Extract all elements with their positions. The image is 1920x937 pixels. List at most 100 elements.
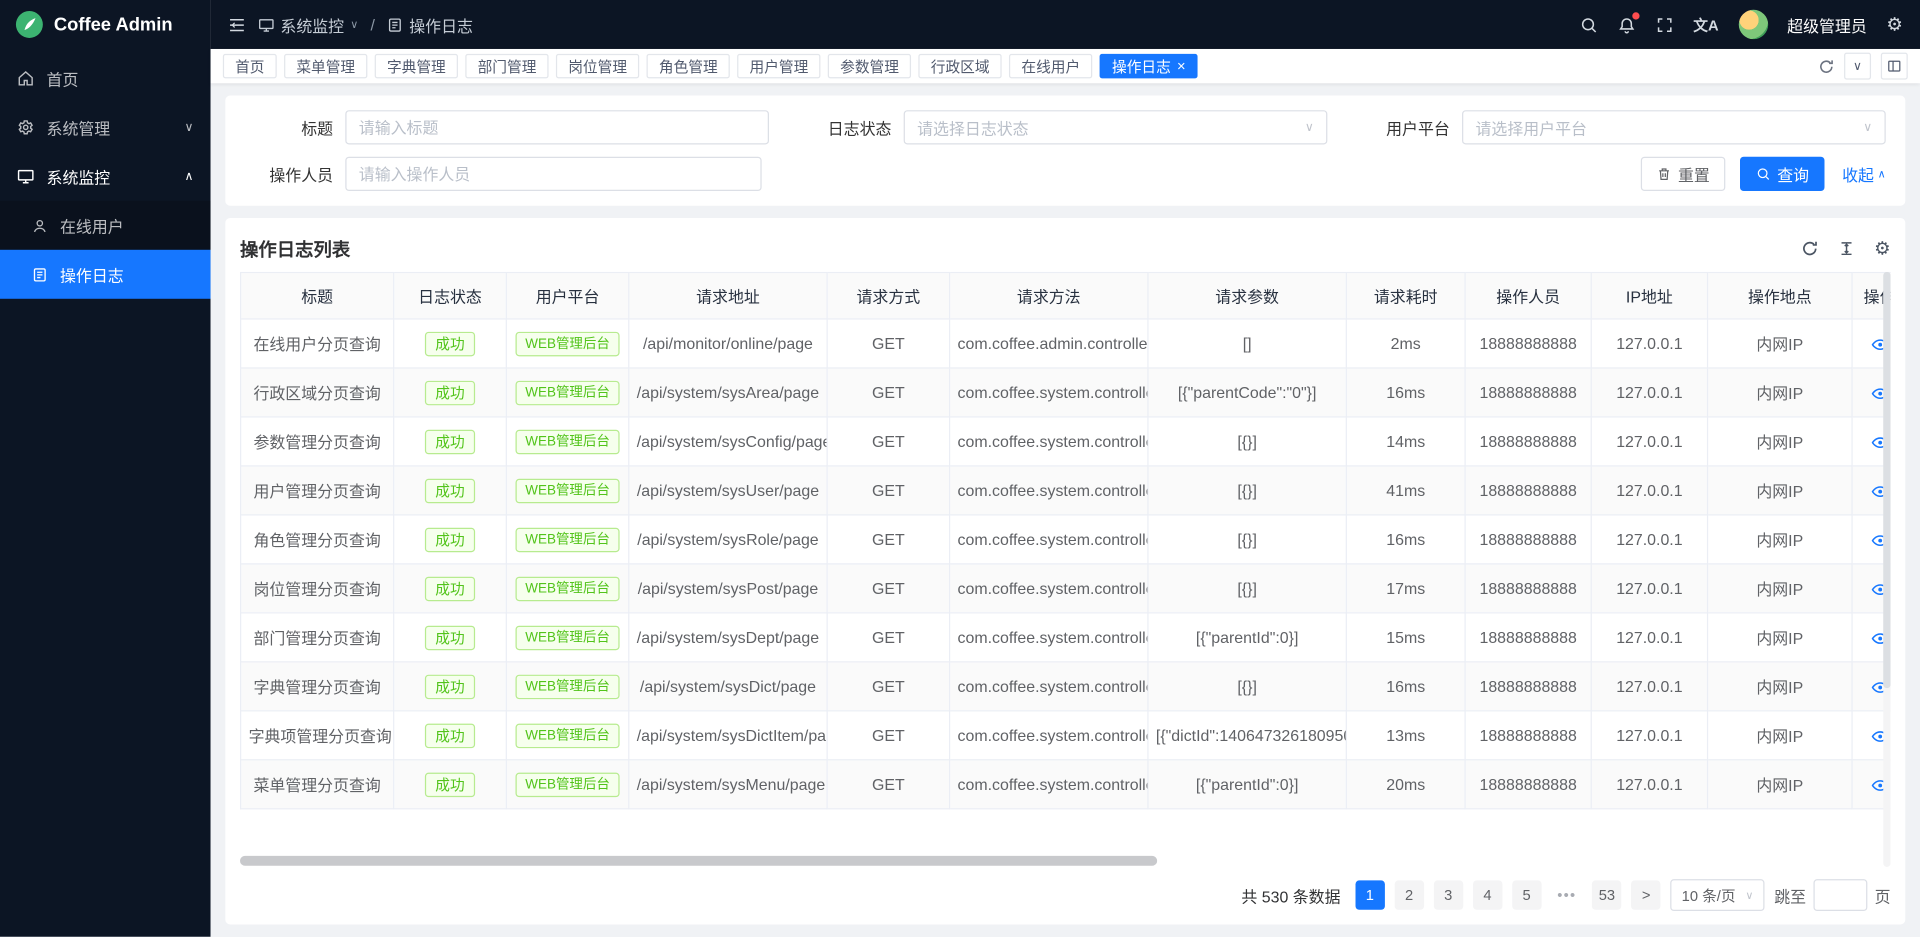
page-button-3[interactable]: 3 (1434, 880, 1463, 909)
column-settings-gear-icon[interactable]: ⚙ (1874, 238, 1890, 260)
main-area: 系统监控 ∨ / 操作日志 文A (211, 0, 1920, 937)
tab-actions-dropdown[interactable]: ∨ (1844, 53, 1871, 80)
column-header: 操作人员 (1465, 272, 1591, 319)
log-status-select[interactable]: 请选择日志状态 ∨ (904, 110, 1328, 144)
cell-duration: 15ms (1346, 613, 1465, 662)
refresh-icon[interactable] (1801, 240, 1818, 257)
collapse-filter-link[interactable]: 收起 ∧ (1842, 162, 1886, 185)
cell-platform: WEB管理后台 (506, 417, 628, 466)
translate-icon[interactable]: 文A (1693, 14, 1718, 35)
cell-title: 参数管理分页查询 (241, 417, 394, 466)
filter-actions: 重置 查询 收起 ∧ (1641, 157, 1885, 191)
status-tag: 成功 (425, 772, 474, 796)
cell-status: 成功 (394, 564, 507, 613)
logo-icon (15, 10, 44, 39)
notification-bell-icon[interactable] (1617, 15, 1635, 33)
breadcrumb-monitor[interactable]: 系统监控 ∨ (258, 13, 358, 36)
cell-operator: 18888888888 (1465, 417, 1591, 466)
cell-location: 内网IP (1708, 564, 1852, 613)
tab-label: 字典管理 (387, 56, 446, 77)
vertical-scrollbar-thumb[interactable] (1883, 272, 1890, 689)
trash-icon (1657, 167, 1672, 182)
menu-fold-icon[interactable] (228, 15, 246, 33)
cell-ip: 127.0.0.1 (1591, 319, 1707, 368)
layout-setting-icon[interactable] (1881, 53, 1908, 80)
cell-operator: 18888888888 (1465, 711, 1591, 760)
tab-岗位管理[interactable]: 岗位管理 (556, 54, 639, 78)
cell-handler: com.coffee.admin.controller... (950, 319, 1148, 368)
tab-部门管理[interactable]: 部门管理 (465, 54, 548, 78)
cell-method: GET (827, 613, 949, 662)
tab-角色管理[interactable]: 角色管理 (647, 54, 730, 78)
operator-input[interactable] (345, 157, 762, 191)
cell-title: 行政区域分页查询 (241, 368, 394, 417)
page-button-4[interactable]: 4 (1473, 880, 1502, 909)
cell-location: 内网IP (1708, 466, 1852, 515)
cell-handler: com.coffee.system.controlle... (950, 515, 1148, 564)
search-icon[interactable] (1579, 15, 1597, 33)
platform-tag: WEB管理后台 (515, 723, 619, 747)
cell-platform: WEB管理后台 (506, 466, 628, 515)
page-button-5[interactable]: 5 (1512, 880, 1541, 909)
tab-label: 首页 (235, 56, 264, 77)
page-button-2[interactable]: 2 (1394, 880, 1423, 909)
sidebar-item-home[interactable]: 首页 (0, 54, 211, 103)
breadcrumb-separator: / (371, 15, 375, 33)
sidebar-menu: 首页 系统管理 ∨ 系统监控 ∧ 在线用户 操作日志 (0, 54, 211, 299)
cell-duration: 13ms (1346, 711, 1465, 760)
sidebar-item-operation-log[interactable]: 操作日志 (0, 250, 211, 299)
tab-菜单管理[interactable]: 菜单管理 (284, 54, 367, 78)
jump-page-input[interactable] (1813, 879, 1867, 911)
query-button-label: 查询 (1777, 162, 1809, 185)
sidebar-item-system-management[interactable]: 系统管理 ∨ (0, 103, 211, 152)
horizontal-scrollbar-thumb[interactable] (240, 856, 1157, 866)
tab-close-icon[interactable]: × (1177, 59, 1186, 74)
tab-字典管理[interactable]: 字典管理 (375, 54, 458, 78)
cell-status: 成功 (394, 319, 507, 368)
page-button-1[interactable]: 1 (1355, 880, 1384, 909)
cell-url: /api/system/sysMenu/page (629, 760, 827, 809)
chevron-down-icon: ∨ (1863, 121, 1872, 134)
cell-handler: com.coffee.system.controlle... (950, 466, 1148, 515)
page-button-53[interactable]: 53 (1592, 880, 1621, 909)
home-icon (17, 70, 34, 87)
log-list-card: 操作日志列表 ⚙ (225, 218, 1905, 925)
tab-操作日志[interactable]: 操作日志× (1100, 54, 1198, 78)
sidebar-item-system-monitor[interactable]: 系统监控 ∧ (0, 152, 211, 201)
cell-params: [{}] (1148, 466, 1346, 515)
page-ellipsis[interactable]: ••• (1551, 880, 1582, 909)
tab-label: 在线用户 (1021, 56, 1080, 77)
platform-tag: WEB管理后台 (515, 527, 619, 551)
title-input[interactable] (345, 110, 769, 144)
reset-button[interactable]: 重置 (1641, 157, 1726, 191)
cell-ip: 127.0.0.1 (1591, 466, 1707, 515)
tab-参数管理[interactable]: 参数管理 (828, 54, 911, 78)
row-height-icon[interactable] (1837, 240, 1854, 257)
avatar[interactable] (1738, 10, 1767, 39)
current-user-name[interactable]: 超级管理员 (1787, 13, 1867, 36)
table-row: 字典项管理分页查询成功WEB管理后台/api/system/sysDictIte… (241, 711, 1891, 760)
cell-handler: com.coffee.system.controlle... (950, 417, 1148, 466)
fullscreen-icon[interactable] (1655, 15, 1673, 33)
chevron-down-icon: ∨ (1853, 59, 1862, 72)
next-page-button[interactable]: > (1631, 880, 1660, 909)
platform-tag: WEB管理后台 (515, 772, 619, 796)
cell-url: /api/system/sysConfig/page (629, 417, 827, 466)
tab-在线用户[interactable]: 在线用户 (1009, 54, 1092, 78)
user-platform-select[interactable]: 请选择用户平台 ∨ (1462, 110, 1886, 144)
cell-ip: 127.0.0.1 (1591, 662, 1707, 711)
tab-行政区域[interactable]: 行政区域 (919, 54, 1002, 78)
jump-label-after: 页 (1875, 883, 1891, 906)
table-scroll-area: 标题日志状态用户平台请求地址请求方式请求方法请求参数请求耗时操作人员IP地址操作… (240, 272, 1891, 873)
sidebar-item-online-users[interactable]: 在线用户 (0, 201, 211, 250)
tab-用户管理[interactable]: 用户管理 (737, 54, 820, 78)
column-header: 日志状态 (394, 272, 507, 319)
settings-gear-icon[interactable]: ⚙ (1886, 13, 1902, 35)
status-tag: 成功 (425, 576, 474, 600)
cell-operator: 18888888888 (1465, 760, 1591, 809)
refresh-icon[interactable] (1818, 58, 1834, 74)
page-size-select[interactable]: 10 条/页 ∨ (1671, 879, 1765, 911)
tab-首页[interactable]: 首页 (223, 54, 277, 78)
vertical-scrollbar (1883, 272, 1890, 867)
query-button[interactable]: 查询 (1740, 157, 1825, 191)
